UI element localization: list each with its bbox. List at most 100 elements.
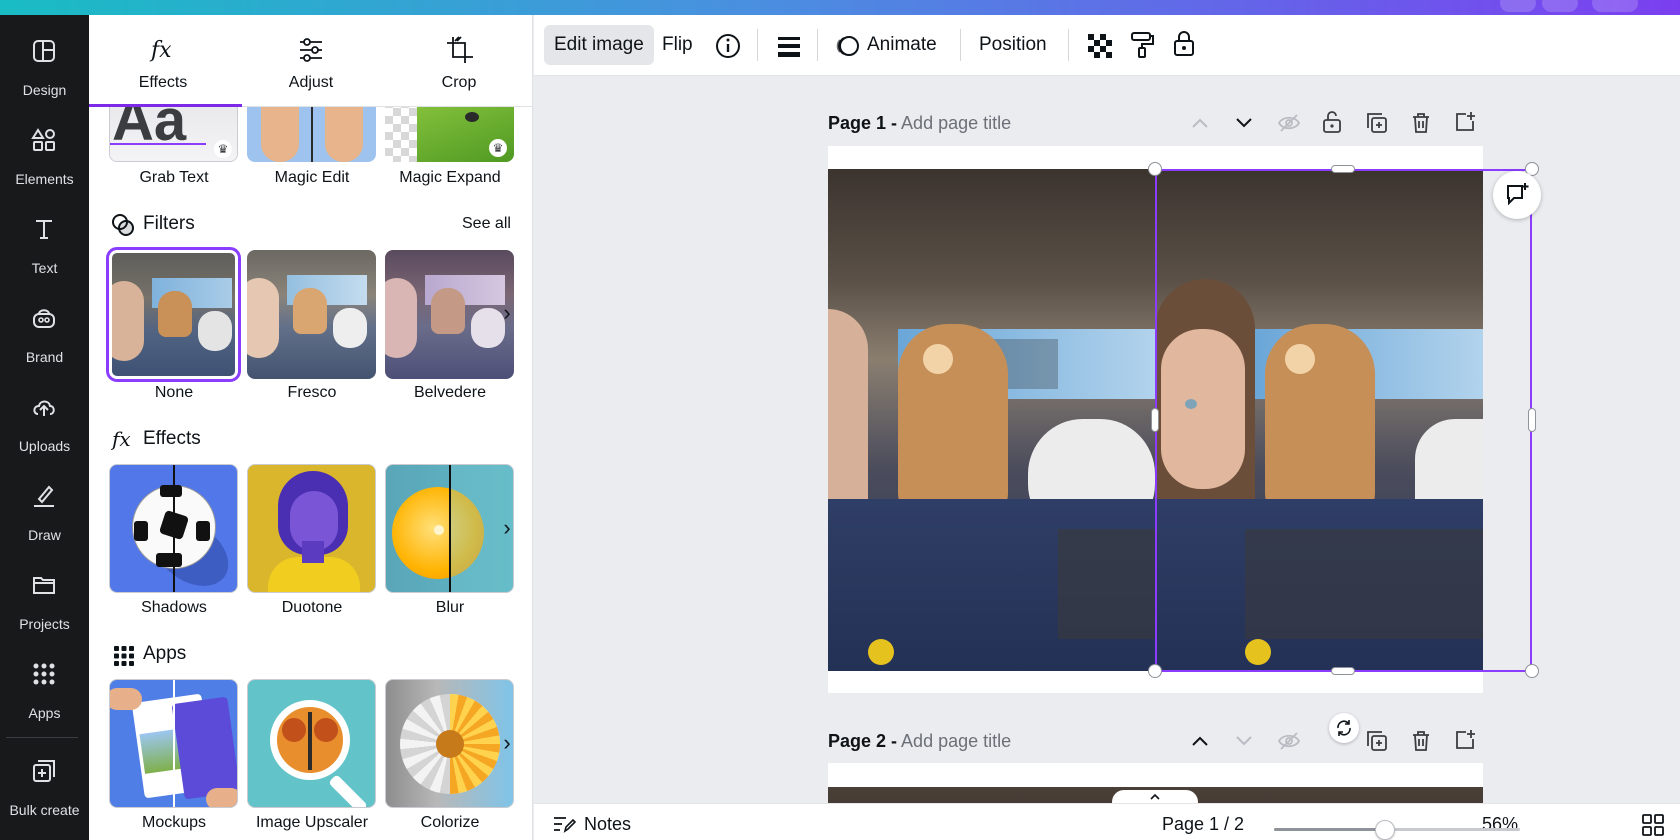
duplicate-page-icon[interactable] [1366,112,1388,134]
hide-page-icon[interactable] [1277,113,1301,133]
filter-label: Fresco [287,384,337,401]
svg-text:fx: fx [149,38,172,63]
context-toolbar: Edit image Flip Animate Position [534,15,1680,76]
move-page-down-icon[interactable] [1233,113,1255,133]
fx-icon: fx [111,427,131,451]
paint-roller-icon[interactable] [1129,31,1155,59]
tool-label: Magic Expand [399,169,501,186]
sliders-icon [300,38,322,62]
page-label: Page 1 - [828,113,898,133]
rail-item-label: Bulk create [9,802,80,818]
lock-page-icon[interactable] [1322,110,1342,134]
tab-label: Effects [138,74,188,91]
rail-item-elements[interactable]: Elements [0,119,89,199]
zoom-slider-fill [1274,828,1385,831]
hide-page-icon[interactable] [1277,731,1301,751]
add-page-icon[interactable] [1454,729,1476,751]
effect-duotone-thumbnail[interactable] [247,464,376,593]
effects-title: Effects [143,428,201,449]
header-avatar[interactable] [1542,0,1578,12]
tab-effects[interactable]: fx Effects [89,15,237,107]
info-icon[interactable] [715,33,741,59]
svg-text:fx: fx [111,427,131,451]
draw-icon [34,485,54,507]
page-1-header: Page 1 - Add page title [828,113,1011,134]
apps-scroll-right-icon[interactable]: › [495,723,519,763]
elements-icon [31,128,55,151]
rail-item-draw[interactable]: Draw [0,475,89,555]
notes-button[interactable]: Notes [584,814,631,835]
grid-view-icon[interactable] [1642,814,1664,836]
filter-none-thumbnail[interactable] [106,247,241,382]
rail-item-bulk-create[interactable]: Bulk create [0,750,89,830]
lock-icon[interactable] [1172,29,1196,57]
rail-item-label: Draw [28,527,61,543]
fx-icon: fx [149,38,172,63]
page-indicator[interactable]: Page 1 / 2 [1162,814,1244,835]
rotate-icon [1337,720,1351,736]
duplicate-page-icon[interactable] [1366,730,1388,752]
bulk-create-icon [33,760,55,782]
move-page-up-icon[interactable] [1189,113,1211,133]
app-label: Colorize [420,814,480,831]
brand-icon [33,309,55,328]
resize-handle-top[interactable] [1331,165,1355,173]
panel-tabs: fx Effects Adjust Crop [89,15,532,107]
header-avatar[interactable] [1500,0,1536,12]
resize-handle-left[interactable] [1151,408,1159,432]
transparency-icon[interactable] [1087,33,1113,59]
tab-crop[interactable]: Crop [385,15,532,107]
rail-item-text[interactable]: Text [0,208,89,288]
filter-fresco-thumbnail[interactable] [247,250,376,379]
resize-handle-bottom-left[interactable] [1148,664,1162,678]
resize-handle-bottom[interactable] [1331,667,1355,675]
app-image-upscaler-thumbnail[interactable] [247,679,376,808]
resize-handle-bottom-right[interactable] [1525,664,1539,678]
projects-icon [33,577,55,594]
toolbar-divider [1068,29,1069,61]
show-pages-toggle[interactable] [1112,790,1198,804]
tab-adjust[interactable]: Adjust [237,15,385,107]
apps-icon [33,663,55,685]
page-title-input[interactable]: Add page title [901,113,1011,133]
resize-handle-top-left[interactable] [1148,162,1162,176]
app-mockups-thumbnail[interactable] [109,679,238,808]
zoom-level[interactable]: 56% [1482,814,1518,835]
selection-frame[interactable] [1155,169,1532,672]
zoom-slider[interactable] [1274,820,1520,840]
active-tab-indicator [89,104,242,107]
filters-title: Filters [143,213,195,234]
page-title-input[interactable]: Add page title [901,731,1011,751]
resize-handle-right[interactable] [1528,408,1536,432]
rail-item-uploads[interactable]: Uploads [0,386,89,466]
text-icon [36,220,52,239]
edit-image-panel: fx Effects Adjust Crop Aa ♛ ♛ Grab Text … [89,15,533,840]
border-style-icon[interactable] [776,33,802,59]
rotate-button[interactable] [1329,713,1359,743]
move-page-down-icon[interactable] [1233,731,1255,751]
page-2-header: Page 2 - Add page title [828,731,1011,752]
flip-button[interactable]: Flip [652,25,703,65]
filter-label: Belvedere [413,384,487,401]
add-comment-button[interactable] [1493,171,1541,219]
position-button[interactable]: Position [969,25,1057,65]
add-page-icon[interactable] [1454,111,1476,133]
rail-item-brand[interactable]: Brand [0,297,89,377]
delete-page-icon[interactable] [1410,730,1432,752]
rail-item-design[interactable]: Design [0,30,89,110]
rail-divider [6,737,78,738]
effect-shadows-thumbnail[interactable] [109,464,238,593]
filters-scroll-right-icon[interactable]: › [495,293,519,333]
rail-item-projects[interactable]: Projects [0,564,89,644]
delete-page-icon[interactable] [1410,112,1432,134]
effects-scroll-right-icon[interactable]: › [495,508,519,548]
animate-button[interactable]: Animate [857,25,947,65]
rail-item-apps[interactable]: Apps [0,653,89,733]
header-share-button[interactable] [1592,0,1638,12]
photo-left[interactable] [828,169,1155,671]
move-page-up-icon[interactable] [1189,731,1211,751]
edit-image-button[interactable]: Edit image [544,25,654,65]
zoom-slider-handle[interactable] [1374,820,1395,840]
filters-see-all-link[interactable]: See all [462,215,511,233]
notes-icon[interactable] [552,814,576,834]
